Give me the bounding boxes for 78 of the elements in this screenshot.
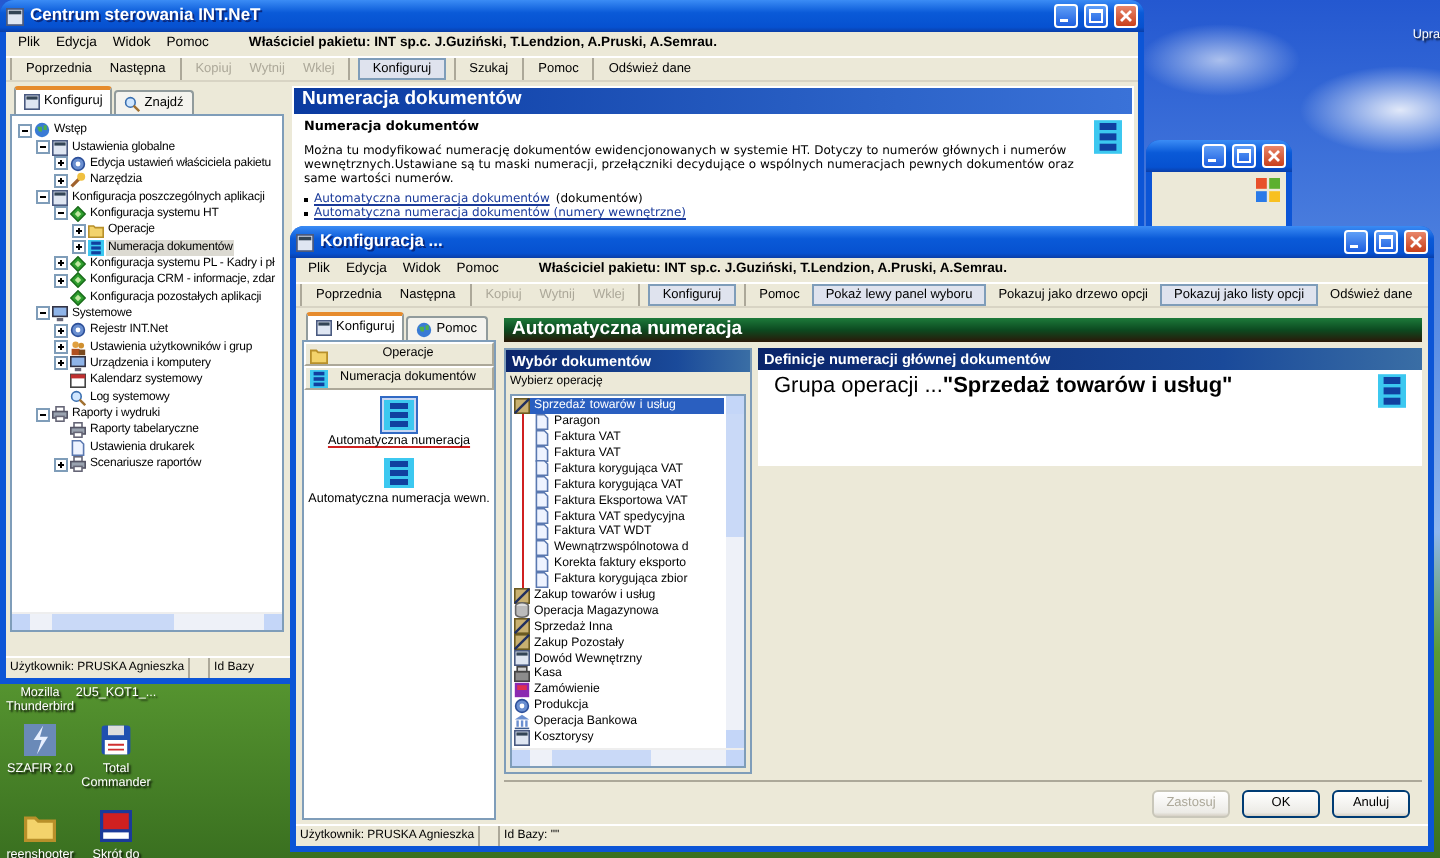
folder-icon	[88, 222, 104, 239]
printer-icon	[70, 456, 86, 473]
crate-icon	[514, 587, 530, 604]
tree-toggle[interactable]	[54, 457, 68, 472]
maximize-icon	[1236, 148, 1252, 164]
calendar-icon	[70, 372, 86, 389]
computer-icon	[52, 305, 68, 322]
window-title: Centrum sterowania INT.NeT	[30, 6, 263, 26]
maximize-icon	[1378, 234, 1394, 250]
tree-toggle[interactable]	[72, 223, 86, 238]
close-button[interactable]	[1262, 144, 1286, 168]
tree-toggle[interactable]	[36, 306, 50, 321]
tree-toggle[interactable]	[54, 156, 68, 171]
tree-toggle[interactable]	[18, 123, 32, 138]
window-icon	[296, 233, 314, 251]
minimize-button[interactable]	[1344, 230, 1368, 254]
maximize-button[interactable]	[1232, 144, 1256, 168]
window-icon	[24, 94, 40, 110]
horizontal-scrollbar[interactable]	[12, 612, 282, 630]
tree-toggle[interactable]	[54, 273, 68, 288]
window-icon	[514, 650, 530, 667]
window-icon	[316, 320, 332, 336]
close-icon	[1408, 234, 1424, 250]
wrench-icon	[70, 172, 86, 189]
stamp-icon	[514, 681, 530, 698]
tree-toggle[interactable]	[54, 340, 68, 355]
gear-icon	[70, 155, 86, 172]
document-icon	[70, 439, 86, 456]
flag-icon	[1256, 178, 1280, 202]
lightning-icon[interactable]	[24, 724, 56, 756]
minimize-button[interactable]	[1054, 4, 1078, 28]
users-icon	[70, 339, 86, 356]
cash-register-icon	[514, 665, 530, 682]
tree-toggle[interactable]	[54, 256, 68, 271]
crate-icon	[514, 397, 530, 414]
tree-toggle[interactable]	[54, 206, 68, 221]
globe-icon	[416, 321, 433, 337]
window-icon	[52, 189, 68, 206]
numbering-icon	[1094, 120, 1122, 154]
app-tile-icon[interactable]	[100, 810, 132, 842]
close-button[interactable]	[1404, 230, 1428, 254]
minimize-button[interactable]	[1202, 144, 1226, 168]
tree-toggle[interactable]	[36, 407, 50, 422]
numbering-icon	[1378, 374, 1406, 408]
folder-icon[interactable]	[24, 810, 56, 842]
tree-toggle[interactable]	[54, 356, 68, 371]
window-icon	[52, 139, 68, 156]
horizontal-scrollbar[interactable]	[512, 748, 744, 766]
magnifier-icon	[124, 95, 141, 111]
gear-icon	[70, 322, 86, 339]
maximize-icon	[1088, 8, 1104, 24]
window-title: Konfiguracja ...	[320, 232, 445, 252]
diamond-icon	[70, 205, 86, 222]
vertical-scrollbar[interactable]	[726, 395, 744, 748]
section-header: Automatyczna numeracja	[504, 318, 1422, 342]
pane-header: Numeracja dokumentów	[292, 86, 1134, 116]
computer-icon	[70, 355, 86, 372]
window-icon	[514, 729, 530, 746]
numbering-icon	[310, 369, 328, 387]
definition-text: Grupa operacji ..."Sprzedaż towarów i usług"	[774, 374, 1235, 402]
numbering-icon	[384, 458, 414, 489]
window-icon	[6, 7, 24, 25]
tree-toggle[interactable]	[54, 323, 68, 338]
close-icon	[1266, 148, 1282, 164]
tree-toggle[interactable]	[36, 190, 50, 205]
bank-icon	[514, 713, 530, 730]
tree-toggle[interactable]	[72, 240, 86, 255]
close-button[interactable]	[1114, 4, 1138, 28]
close-icon	[1118, 8, 1134, 24]
tree-toggle[interactable]	[54, 173, 68, 188]
numbering-icon	[384, 400, 414, 430]
globe-icon	[34, 122, 50, 139]
numbering-icon	[88, 239, 104, 256]
maximize-button[interactable]	[1084, 4, 1108, 28]
tree-toggle[interactable]	[36, 140, 50, 155]
maximize-button[interactable]	[1374, 230, 1398, 254]
magnifier-icon	[70, 389, 86, 406]
cylinder-icon	[514, 602, 530, 619]
